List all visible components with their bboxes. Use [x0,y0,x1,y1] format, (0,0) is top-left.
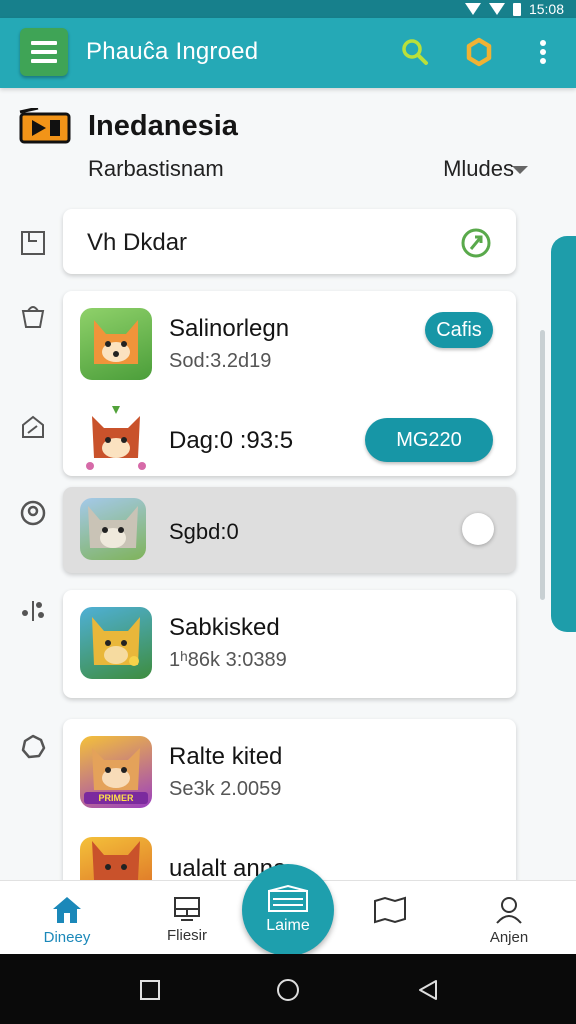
status-time: 15:08 [528,1,564,17]
fox-game-icon[interactable] [80,837,152,880]
search-icon[interactable] [399,36,431,68]
back-icon[interactable] [416,978,440,1002]
search-bar[interactable]: Vh Dkdar [63,209,516,274]
app-title: Phauĉa Ingroed [86,38,259,65]
game-meta: 1ʰ86k 3:0389 [169,649,287,671]
page-title: Inedanesia [88,110,238,142]
map-icon [374,896,406,924]
fox-game-icon[interactable] [80,308,152,380]
search-input[interactable]: Vh Dkdar [87,229,187,257]
gear-icon[interactable] [18,732,48,762]
ticket-icon [268,885,308,912]
filter-dropdown[interactable]: Mludes [443,156,514,182]
profile-circle-icon[interactable] [18,498,48,528]
document-icon[interactable] [18,228,48,258]
nav-item-home[interactable]: Dineey [17,881,117,955]
menu-button[interactable] [20,28,68,76]
nav-label: Dineey [43,929,91,946]
basket-icon[interactable] [18,302,48,332]
game-title: Salinorlegn [169,315,290,342]
game-title: Sgbd:0 [169,519,239,544]
game-title: Sabkisked [169,614,280,641]
person-icon [496,897,522,924]
nav-item-account[interactable]: Anjen [459,881,559,955]
battery-icon [512,2,521,16]
monitor-icon [174,897,200,921]
app-bar: Phauĉa Ingroed [0,18,576,88]
nav-item-files[interactable]: Fliesir [137,881,237,955]
center-action-label: Laime [266,917,310,934]
game-title: Ralte kited [169,743,283,770]
nav-label: Anjen [489,929,529,946]
scrollbar[interactable] [540,330,545,600]
more-options-icon[interactable] [527,36,559,68]
game-card[interactable]: Sgbd:0 [63,487,516,573]
game-group-card: Salinorlegn Sod:3.2d19 Cafis Dag:0 :93:5… [63,291,516,476]
go-icon[interactable] [460,227,492,259]
chevron-down-icon[interactable] [512,166,528,174]
signal-icon [464,3,481,15]
center-action-button[interactable]: Laime [242,864,334,956]
game-action-button[interactable]: MG220 [365,418,493,462]
game-icon-banner-text: PRIMER [98,793,134,803]
game-title: Dag:0 :93:5 [169,427,294,454]
dingo-game-icon [80,607,152,679]
system-navigation-bar [0,954,576,1024]
home-circle-icon[interactable] [276,978,300,1002]
status-bar: 15:08 [0,0,576,18]
fox-game-icon[interactable] [80,404,152,476]
game-meta: Sod:3.2d19 [169,350,272,372]
goat-game-icon [80,498,146,560]
settings-icon[interactable] [463,36,495,68]
edit-home-icon[interactable] [18,412,48,442]
brand-logo-icon [18,106,74,146]
nav-item-messages[interactable] [340,881,440,955]
nav-label: Fliesir [167,927,207,944]
wifi-icon [488,3,505,15]
side-drawer-handle[interactable] [551,236,576,632]
game-toggle[interactable] [462,513,494,545]
game-action-button[interactable]: Cafis [425,312,493,348]
recents-icon[interactable] [138,978,162,1002]
page-subtitle: Rarbastisnam [88,156,224,181]
share-icon[interactable] [18,596,48,626]
game-meta: Se3k 2.0059 [169,778,282,800]
game-card[interactable]: Sabkisked 1ʰ86k 3:0389 [63,590,516,698]
cat-game-icon[interactable]: PRIMER [80,736,152,808]
home-icon [53,897,81,923]
